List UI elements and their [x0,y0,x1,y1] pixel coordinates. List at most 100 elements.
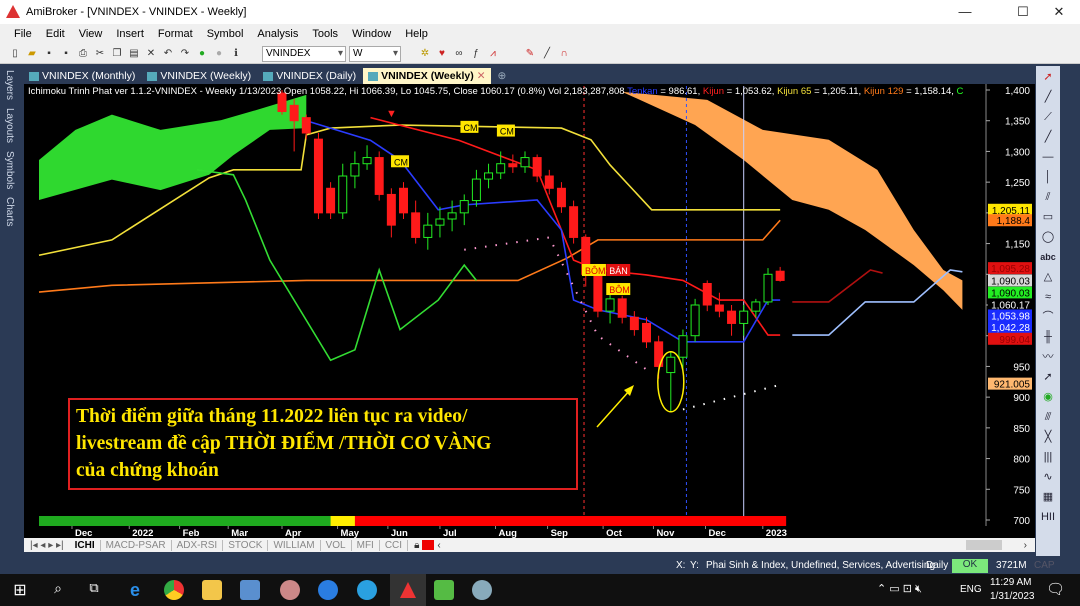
scroll-right-icon[interactable]: › [1024,540,1027,551]
interval-combo[interactable]: W [349,45,401,62]
text-icon[interactable]: abc [1038,248,1058,266]
symbol-combo[interactable]: VNINDEX [262,45,346,62]
gear-icon[interactable]: ✲ [418,47,432,61]
chart-icon[interactable]: ⩘ [486,47,500,61]
heart-icon[interactable]: ♥ [435,47,449,61]
channel-icon[interactable]: ⫽ [1038,188,1058,206]
hii-icon[interactable]: HII [1038,508,1058,526]
fib-fan-icon[interactable]: ⫻ [1038,408,1058,426]
color-picker-icon[interactable]: ✎ [523,47,537,61]
tab-vnindex-weekly-active[interactable]: VNINDEX (Weekly) ✕ [363,68,491,84]
ellipse-icon[interactable]: ◯ [1038,228,1058,246]
delete-icon[interactable]: ✕ [144,47,158,61]
amibroker-taskbar-button[interactable] [390,574,426,606]
pen-icon[interactable]: ╱ [540,47,554,61]
zoom-icon[interactable]: ◉ [1038,388,1058,406]
menu-file[interactable]: File [14,28,32,40]
arrow-icon[interactable]: ➚ [1038,368,1058,386]
telegram-icon[interactable] [357,580,377,600]
app-icon[interactable] [434,580,454,600]
sheet-tab-ichi[interactable]: ICHI [70,539,101,551]
arc-icon[interactable]: ⌒ [1038,308,1058,326]
sheet-tab-adx-rsi[interactable]: ADX-RSI [172,539,224,551]
sheet-tab-stock[interactable]: STOCK [223,539,269,551]
magnet-icon[interactable]: ∩ [557,47,571,61]
lock-icon[interactable]: 🔒︎ [414,540,419,551]
clock-date[interactable]: 1/31/2023 [990,591,1035,602]
redo-icon[interactable]: ↷ [178,47,192,61]
paste-icon[interactable]: ▤ [127,47,141,61]
language-indicator[interactable]: ENG [960,584,982,595]
fib-icon[interactable]: ≈ [1038,288,1058,306]
tab-vnindex-daily[interactable]: VNINDEX (Daily) [258,68,361,84]
scroll-left-icon[interactable]: ‹ [437,540,440,551]
rectangle-icon[interactable]: ▭ [1038,208,1058,226]
menu-format[interactable]: Format [158,28,193,40]
zalo-icon[interactable] [318,580,338,600]
internet-explorer-icon[interactable]: e [125,580,145,600]
gann-icon[interactable]: ╳ [1038,428,1058,446]
horizontal-line-icon[interactable]: — [1038,148,1058,166]
wave-icon[interactable]: ∿ [1038,468,1058,486]
computer-icon[interactable] [240,580,260,600]
file-explorer-icon[interactable] [202,580,222,600]
sheet-tab-mfi[interactable]: MFI [352,539,380,551]
tab-vnindex-monthly[interactable]: VNINDEX (Monthly) [24,68,140,84]
close-button[interactable]: ✕ [1036,0,1080,24]
bars-icon[interactable]: ||| [1038,448,1058,466]
menu-edit[interactable]: Edit [46,28,65,40]
undo-icon[interactable]: ↶ [161,47,175,61]
sheet-tab-vol[interactable]: VOL [321,539,352,551]
glasses-icon[interactable]: ∞ [452,47,466,61]
minimize-button[interactable]: — [942,0,988,24]
sheet-nav-arrows[interactable]: |◂ ◂ ▸ ▸| [24,540,70,551]
symbols-tab[interactable]: Symbols [4,151,15,189]
chrome-icon[interactable] [164,580,184,600]
triangle-icon[interactable]: △ [1038,268,1058,286]
menu-window[interactable]: Window [352,28,391,40]
open-icon[interactable]: ▰ [25,47,39,61]
notification-icon[interactable]: 🗨︎ [1046,580,1065,598]
paint-icon[interactable] [472,580,492,600]
copy-icon[interactable]: ❐ [110,47,124,61]
menu-symbol[interactable]: Symbol [207,28,244,40]
close-tab-icon[interactable]: ✕ [477,70,486,82]
cycles-icon[interactable]: ╫ [1038,328,1058,346]
pointer-icon[interactable]: ➚ [1038,68,1058,86]
sheet-tab-cci[interactable]: CCI [380,539,409,551]
windows-start-icon[interactable]: ⊞ [10,580,30,600]
new-icon[interactable]: ▯ [8,47,22,61]
ray-icon[interactable]: ⟋ [1038,108,1058,126]
print-icon[interactable]: ⎙ [76,47,90,61]
save-all-icon[interactable]: ▪ [59,47,73,61]
search-icon[interactable]: ⌕ [48,580,68,600]
grid-icon[interactable]: ▦ [1038,488,1058,506]
tray-icons[interactable]: ⌃ ▭ ⊡ 🔇︎ [877,582,922,596]
clock-time[interactable]: 11:29 AM [990,577,1032,588]
cut-icon[interactable]: ✂ [93,47,107,61]
horizontal-scrollbar[interactable] [445,540,1020,550]
charts-tab[interactable]: Charts [4,197,15,226]
layers-tab[interactable]: Layers [4,70,15,100]
back-icon[interactable]: ● [195,47,209,61]
sheet-tab-macd-psar[interactable]: MACD-PSAR [101,539,172,551]
remove-sheet-icon[interactable] [422,540,435,550]
menu-insert[interactable]: Insert [116,28,144,40]
zigzag-icon[interactable]: 〰 [1038,348,1058,366]
task-view-icon[interactable]: ⧉ [84,580,104,600]
menu-help[interactable]: Help [405,28,428,40]
menu-analysis[interactable]: Analysis [257,28,298,40]
app-icon[interactable] [280,580,300,600]
info-icon[interactable]: ℹ [229,47,243,61]
menu-tools[interactable]: Tools [312,28,338,40]
vertical-line-icon[interactable]: │ [1038,168,1058,186]
tab-vnindex-weekly[interactable]: VNINDEX (Weekly) [142,68,256,84]
layouts-tab[interactable]: Layouts [4,108,15,143]
menu-view[interactable]: View [79,28,103,40]
formula-icon[interactable]: ƒ [469,47,483,61]
new-tab-button[interactable]: ⊕ [493,68,512,84]
trendline-icon[interactable]: ╱ [1038,128,1058,146]
sheet-tab-william[interactable]: WILLIAM [268,539,321,551]
line-icon[interactable]: ╱ [1038,88,1058,106]
forward-icon[interactable]: ● [212,47,226,61]
